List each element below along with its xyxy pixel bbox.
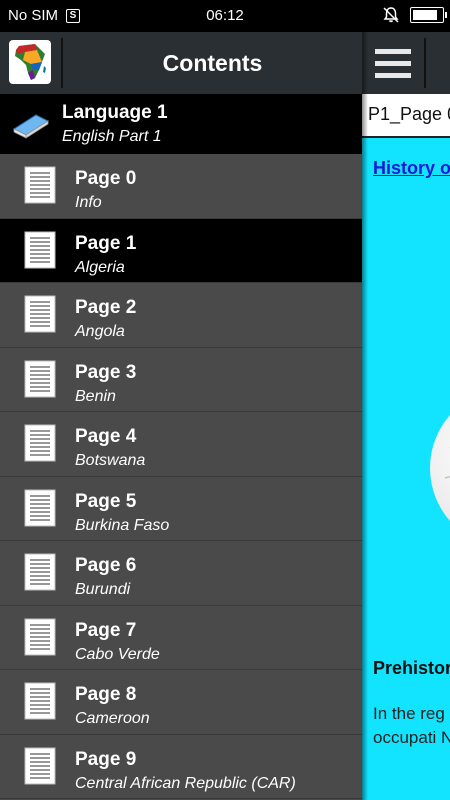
page-item-title: Page 2: [75, 297, 137, 318]
page-label: P1_Page 0: [362, 94, 450, 138]
drawer-header: Contents: [0, 32, 362, 94]
page-item-title: Page 8: [75, 684, 137, 705]
page-item-subtitle: Cameroon: [75, 710, 150, 727]
page-list-item[interactable]: Page 5 Burkina Faso: [0, 476, 362, 541]
page-list-item[interactable]: Page 6 Burundi: [0, 541, 362, 606]
drawer-title: Contents: [162, 50, 263, 76]
menu-icon-bar: [375, 48, 411, 54]
content-body: History o Prehistor In the reg early rem…: [362, 138, 450, 800]
section-heading: Prehistor: [373, 658, 450, 678]
notifications-off-icon: [383, 7, 399, 23]
page-item-title: Page 1: [75, 232, 137, 254]
menu-icon-bar: [375, 72, 411, 78]
document-icon: [24, 489, 56, 527]
status-left: No SIM S: [8, 7, 81, 24]
document-icon: [24, 231, 56, 269]
document-icon: [24, 360, 56, 398]
document-icon: [24, 424, 56, 462]
document-icon: [24, 553, 56, 591]
page-item-title: Page 6: [75, 555, 137, 576]
language-subtitle: English Part 1: [62, 128, 162, 145]
page-item-subtitle: Algeria: [75, 258, 125, 276]
document-icon: [24, 166, 56, 204]
page-item-subtitle: Info: [75, 194, 102, 211]
page-list: Page 0 Info Page 1 Algeria Page 2 Angola Page …: [0, 154, 362, 799]
menu-button[interactable]: [362, 32, 424, 94]
page-item-subtitle: Central African Republic (CAR): [75, 774, 296, 792]
history-link[interactable]: History o: [373, 158, 450, 179]
page-item-title: Page 0: [75, 168, 137, 189]
page-list-item[interactable]: Page 9 Central African Republic (CAR): [0, 734, 362, 799]
battery-icon: [410, 7, 447, 23]
page-item-subtitle: Benin: [75, 387, 116, 405]
page-item-title: Page 4: [75, 426, 137, 447]
drawer-shadow: [362, 32, 368, 800]
page-item-subtitle: Burundi: [75, 581, 131, 598]
page-list-item[interactable]: Page 0 Info: [0, 154, 362, 219]
document-icon: [24, 618, 56, 656]
status-bar: No SIM S 06:12: [0, 0, 450, 32]
content-toolbar: [362, 32, 450, 94]
page-item-subtitle: Botswana: [75, 452, 146, 469]
page-item-subtitle: Angola: [75, 323, 125, 340]
globe-outline-icon: [444, 447, 450, 479]
document-icon: [24, 747, 56, 785]
page-list-item[interactable]: Page 2 Angola: [0, 283, 362, 348]
language-row[interactable]: Language 1 English Part 1: [0, 94, 362, 154]
globe-image: [430, 388, 450, 548]
sim-icon: S: [66, 8, 81, 23]
battery-level: [413, 10, 438, 20]
page-list-item[interactable]: Page 7 Cabo Verde: [0, 605, 362, 670]
page-item-title: Page 3: [75, 361, 137, 383]
africa-map-icon[interactable]: [9, 40, 51, 84]
content-paragraph: In the reg early rem occupati Neandert: [373, 704, 450, 747]
toolbar-divider: [424, 38, 426, 88]
page-list-item[interactable]: Page 3 Benin: [0, 347, 362, 412]
page-item-title: Page 7: [75, 619, 137, 641]
navigation-drawer: Contents Language 1 English Part 1 Page …: [0, 32, 362, 800]
document-icon: [24, 682, 56, 720]
page-item-title: Page 9: [75, 748, 137, 770]
page-list-item[interactable]: Page 1 Algeria: [0, 218, 362, 283]
page-item-title: Page 5: [75, 490, 137, 512]
document-icon: [24, 295, 56, 333]
menu-icon-bar: [375, 60, 411, 66]
page-item-subtitle: Burkina Faso: [75, 516, 170, 534]
carrier-label: No SIM: [8, 7, 59, 24]
page-list-item[interactable]: Page 4 Botswana: [0, 412, 362, 477]
status-right: [382, 6, 447, 24]
page-list-item[interactable]: Page 8 Cameroon: [0, 670, 362, 735]
language-title: Language 1: [62, 102, 168, 123]
book-icon: [12, 114, 50, 139]
page-item-subtitle: Cabo Verde: [75, 645, 160, 663]
